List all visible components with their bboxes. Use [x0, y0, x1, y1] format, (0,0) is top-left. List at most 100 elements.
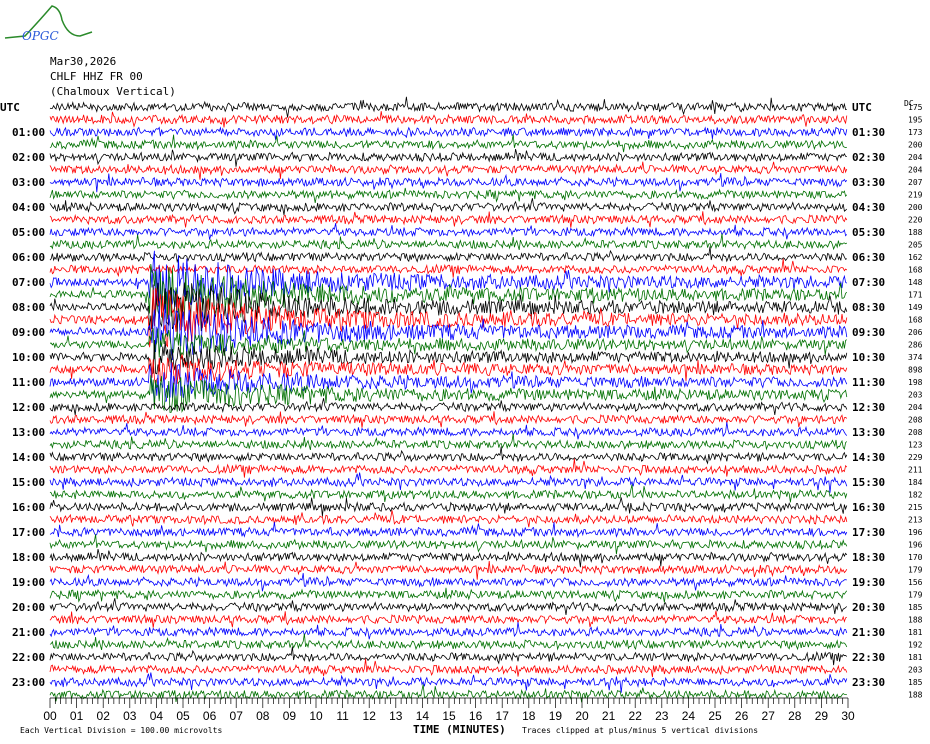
trace-dc-value: 185	[908, 603, 923, 612]
trace-dc-value: 188	[908, 228, 923, 237]
x-tick-label: 26	[735, 709, 749, 723]
right-time-label: 16:30	[852, 501, 885, 514]
x-tick-label: 00	[43, 709, 57, 723]
right-time-label: 03:30	[852, 176, 885, 189]
left-time-label: 05:00	[12, 226, 45, 239]
x-tick-label: 05	[176, 709, 190, 723]
trace-dc-value: 286	[908, 341, 923, 350]
trace-32	[49, 497, 848, 517]
x-axis-title: TIME (MINUTES)	[413, 723, 506, 736]
trace-1	[49, 111, 848, 128]
right-time-label: 23:30	[852, 676, 885, 689]
trace-dc-value: 229	[908, 453, 923, 462]
left-time-label: 22:00	[12, 651, 45, 664]
trace-40	[49, 598, 848, 615]
x-tick-label: 21	[602, 709, 616, 723]
trace-39	[49, 587, 848, 603]
trace-11	[49, 233, 848, 251]
x-tick-label: 25	[708, 709, 722, 723]
x-tick-label: 17	[496, 709, 510, 723]
left-time-label: 10:00	[12, 351, 45, 364]
x-tick-label: 04	[150, 709, 164, 723]
trace-2	[49, 126, 848, 140]
trace-12	[49, 246, 848, 264]
trace-dc-value: 206	[908, 328, 923, 337]
right-time-label: 17:30	[852, 526, 885, 539]
x-tick-label: 16	[469, 709, 483, 723]
trace-dc-value: 170	[908, 553, 923, 562]
trace-dc-value: 162	[908, 253, 923, 262]
trace-dc-value: 182	[908, 491, 923, 500]
trace-dc-value: 374	[908, 353, 923, 362]
trace-dc-value: 148	[908, 278, 923, 287]
x-tick-label: 30	[841, 709, 855, 723]
trace-45	[49, 658, 848, 678]
trace-dc-value: 168	[908, 266, 923, 275]
trace-dc-value: 192	[908, 641, 923, 650]
trace-42	[49, 622, 848, 640]
left-time-label: 01:00	[12, 126, 45, 139]
trace-dc-value: 156	[908, 578, 923, 587]
right-time-label: 09:30	[852, 326, 885, 339]
x-tick-label: 10	[309, 709, 323, 723]
left-time-label: 19:00	[12, 576, 45, 589]
right-time-label: 14:30	[852, 451, 885, 464]
right-time-label: 11:30	[852, 376, 885, 389]
right-time-label: 01:30	[852, 126, 885, 139]
left-time-label: 20:00	[12, 601, 45, 614]
x-tick-label: 22	[629, 709, 643, 723]
trace-10	[49, 223, 848, 240]
trace-9	[49, 211, 848, 228]
helicorder-plot: DC 1751951732002042042072192002201882051…	[0, 96, 923, 736]
trace-dc-value: 213	[908, 516, 923, 525]
trace-dc-value: 181	[908, 653, 923, 662]
trace-dc-value: 181	[908, 628, 923, 637]
right-time-label: 21:30	[852, 626, 885, 639]
trace-dc-value: 208	[908, 428, 923, 437]
left-time-label: 09:00	[12, 326, 45, 339]
trace-dc-value: 184	[908, 478, 923, 487]
trace-dc-value: 198	[908, 378, 923, 387]
trace-37	[49, 561, 848, 580]
left-time-label: 12:00	[12, 401, 45, 414]
trace-8	[49, 198, 848, 216]
trace-dc-value: 196	[908, 541, 923, 550]
trace-dc-value: 188	[908, 691, 923, 700]
trace-dc-value: 208	[908, 416, 923, 425]
x-tick-label: 29	[815, 709, 829, 723]
trace-7	[49, 187, 848, 203]
x-tick-label: 24	[682, 709, 696, 723]
trace-dc-value: 215	[908, 503, 923, 512]
x-tick-label: 15	[442, 709, 456, 723]
x-tick-label: 23	[655, 709, 669, 723]
trace-27	[49, 433, 848, 451]
right-time-label: 10:30	[852, 351, 885, 364]
trace-dc-value: 188	[908, 616, 923, 625]
x-tick-label: 08	[256, 709, 270, 723]
left-time-label: 17:00	[12, 526, 45, 539]
trace-47	[49, 684, 847, 703]
right-time-label: 20:30	[852, 601, 885, 614]
trace-dc-value: 179	[908, 566, 923, 575]
trace-6	[49, 173, 848, 193]
left-time-label: 18:00	[12, 551, 45, 564]
right-time-label: 15:30	[852, 476, 885, 489]
left-time-label: 13:00	[12, 426, 45, 439]
trace-3	[49, 134, 847, 153]
x-tick-label: 20	[575, 709, 589, 723]
x-tick-label: 12	[363, 709, 377, 723]
left-time-label: 23:00	[12, 676, 45, 689]
clip-note: Traces clipped at plus/minus 5 vertical …	[522, 726, 758, 735]
trace-29	[49, 458, 848, 478]
x-tick-label: 13	[389, 709, 403, 723]
right-time-label: 07:30	[852, 276, 885, 289]
left-time-label: 14:00	[12, 451, 45, 464]
trace-5	[49, 161, 848, 180]
scale-note: Each Vertical Division = 100.00 microvol…	[20, 726, 222, 735]
x-tick-label: 14	[416, 709, 430, 723]
x-tick-label: 07	[230, 709, 244, 723]
x-tick-label: 18	[522, 709, 536, 723]
right-time-label: 18:30	[852, 551, 885, 564]
right-time-label: 13:30	[852, 426, 885, 439]
trace-4	[49, 149, 847, 167]
